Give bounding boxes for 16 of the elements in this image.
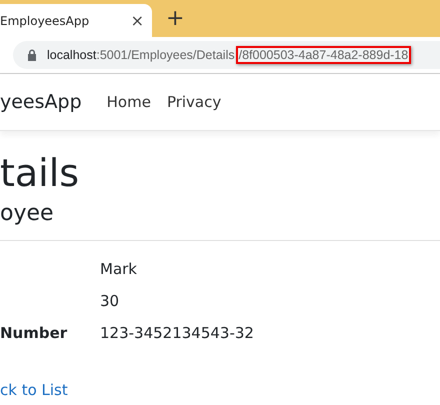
lock-icon xyxy=(27,49,37,61)
section-heading: oyee xyxy=(0,200,55,226)
tab-title: EmployeesApp xyxy=(0,14,90,28)
field-value: 123-3452134543-32 xyxy=(100,324,254,342)
nav-link[interactable]: Privacy xyxy=(166,93,222,111)
nav-link[interactable]: Home xyxy=(106,93,151,111)
field-label: Number xyxy=(0,324,68,342)
field-value: Mark xyxy=(100,260,137,278)
browser-tab[interactable]: EmployeesApp × xyxy=(0,4,152,37)
field-value: 30 xyxy=(100,292,120,310)
page-heading: tails xyxy=(0,151,80,197)
brand-link[interactable]: yeesApp xyxy=(0,91,82,113)
new-tab-button[interactable]: + xyxy=(166,6,184,31)
back-link[interactable]: ck to List xyxy=(0,380,68,399)
close-tab-button[interactable]: × xyxy=(130,11,144,30)
address-field[interactable]: localhost:5001/Employees/Details /8f000503-4a87-48a2-889d-18 xyxy=(13,41,440,69)
